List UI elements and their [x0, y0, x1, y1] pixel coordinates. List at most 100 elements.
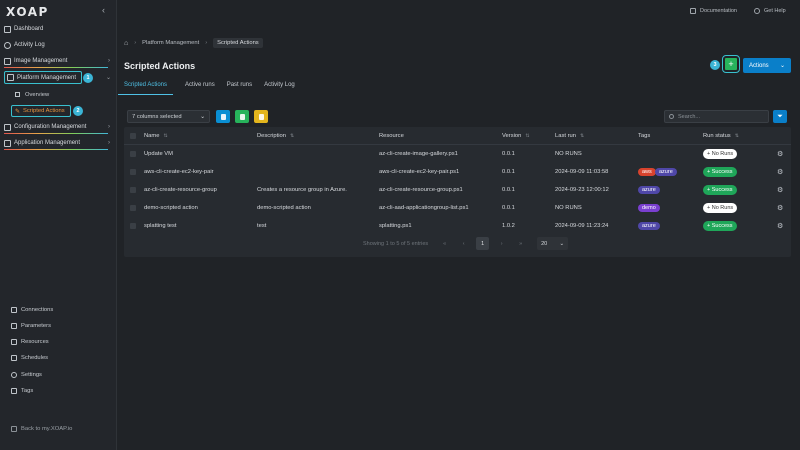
sidebar-item-label: Activity Log: [14, 42, 45, 48]
cell-name[interactable]: az-cli-create-resource-group: [144, 187, 217, 193]
sidebar-item-connections[interactable]: Connections: [11, 305, 53, 315]
sidebar-item-settings[interactable]: Settings: [11, 370, 42, 380]
export-excel-button[interactable]: [235, 110, 249, 123]
column-header-label: Version: [502, 133, 522, 139]
sidebar-item-parameters[interactable]: Parameters: [11, 321, 51, 331]
cell-name[interactable]: splatting test: [144, 223, 177, 229]
tab-activity-log[interactable]: Activity Log: [264, 82, 295, 95]
table-row[interactable]: demo-scripted action demo-scripted actio…: [124, 199, 791, 217]
sidebar-item-tags[interactable]: Tags: [11, 386, 33, 396]
column-header-label: Resource: [379, 133, 404, 139]
actions-dropdown-button[interactable]: Actions ⌄: [743, 58, 791, 73]
page-size-select[interactable]: 20 ⌄: [537, 237, 569, 250]
section-divider: [4, 67, 108, 68]
gear-icon: [11, 372, 17, 378]
column-header-name[interactable]: Name ⇅: [144, 133, 168, 139]
sort-icon: ⇅: [579, 133, 585, 139]
breadcrumb-platform-management[interactable]: Platform Management: [142, 40, 199, 46]
column-header-description[interactable]: Description ⇅: [257, 133, 294, 139]
cell-description: test: [257, 223, 267, 229]
first-page-button[interactable]: «: [438, 237, 451, 250]
cell-last-run: NO RUNS: [555, 151, 582, 157]
table-row[interactable]: splatting test test splatting.ps1 1.0.2 …: [124, 217, 791, 235]
xoap-logo[interactable]: XOAP: [6, 5, 49, 19]
tab-past-runs[interactable]: Past runs: [227, 82, 252, 95]
row-checkbox[interactable]: [130, 151, 136, 157]
search-input[interactable]: Search...: [664, 110, 769, 123]
table-row[interactable]: aws-cli-create-ec2-key-pair aws-cli-crea…: [124, 163, 791, 181]
sidebar-item-resources[interactable]: Resources: [11, 337, 49, 347]
chevron-left-icon[interactable]: ‹: [102, 5, 105, 15]
sidebar-item-schedules[interactable]: Schedules: [11, 353, 48, 363]
table-header: Name ⇅ Description ⇅ Resource Version ⇅ Las…: [124, 127, 791, 145]
back-to-xoap-link[interactable]: Back to my.XOAP.io: [11, 424, 72, 434]
actions-label: Actions: [749, 62, 769, 69]
row-checkbox[interactable]: [130, 169, 136, 175]
search-placeholder: Search...: [678, 113, 701, 120]
table-row[interactable]: Update VM az-cli-create-image-gallery.ps…: [124, 145, 791, 163]
column-header-run-status[interactable]: Run status ⇅: [703, 133, 739, 139]
sidebar-item-activity-log[interactable]: Activity Log: [4, 39, 112, 51]
filter-button[interactable]: ⏷: [773, 110, 787, 123]
cell-name[interactable]: aws-cli-create-ec2-key-pair: [144, 169, 214, 175]
step-badge-3: 3: [710, 60, 720, 70]
sidebar-sub-scripted-actions[interactable]: ✎ Scripted Actions: [11, 105, 71, 117]
row-checkbox[interactable]: [130, 187, 136, 193]
sidebar-item-application-management[interactable]: Application Management ›: [4, 137, 112, 149]
last-page-button[interactable]: »: [514, 237, 527, 250]
back-link-label: Back to my.XOAP.io: [21, 426, 73, 432]
sidebar-item-label: Image Management: [14, 58, 68, 64]
column-header-last-run[interactable]: Last run ⇅: [555, 133, 584, 139]
page-size-value: 20: [541, 240, 548, 247]
sidebar-item-label: Connections: [21, 307, 54, 313]
column-header-label: Description: [257, 133, 286, 139]
gear-icon[interactable]: ⚙: [777, 150, 783, 158]
export-pdf-button[interactable]: [254, 110, 268, 123]
documentation-link[interactable]: Documentation: [690, 8, 737, 14]
sidebar-item-label: Settings: [21, 372, 42, 378]
sidebar-item-label: Resources: [21, 339, 49, 345]
row-checkbox[interactable]: [130, 223, 136, 229]
export-csv-button[interactable]: [216, 110, 230, 123]
chevron-down-icon: ⌄: [200, 113, 205, 120]
prev-page-button[interactable]: ‹: [457, 237, 470, 250]
home-icon[interactable]: ⌂: [124, 40, 128, 47]
clock-icon: [4, 41, 11, 49]
sidebar: XOAP ‹ Dashboard Activity Log Image Mana…: [0, 0, 117, 450]
table-row[interactable]: az-cli-create-resource-group Creates a r…: [124, 181, 791, 199]
gear-icon[interactable]: ⚙: [777, 186, 783, 194]
select-all-checkbox[interactable]: [130, 133, 136, 139]
column-header-resource[interactable]: Resource: [379, 133, 404, 139]
step-badge-2: 2: [73, 106, 83, 116]
cell-version: 0.0.1: [502, 205, 515, 211]
sidebar-sub-overview[interactable]: Overview: [15, 89, 49, 100]
columns-select[interactable]: 7 columns selected ⌄: [127, 110, 210, 123]
column-header-version[interactable]: Version ⇅: [502, 133, 530, 139]
chevron-down-icon: ⌄: [779, 63, 785, 69]
sidebar-item-configuration-management[interactable]: Configuration Management ›: [4, 121, 112, 133]
add-scripted-action-button[interactable]: +: [722, 55, 740, 73]
column-header-tags: Tags: [638, 133, 650, 139]
get-help-link[interactable]: Get Help: [754, 8, 786, 14]
next-page-button[interactable]: ›: [495, 237, 508, 250]
sidebar-item-dashboard[interactable]: Dashboard: [4, 23, 112, 35]
sidebar-item-label: Application Management: [14, 140, 81, 146]
gear-icon[interactable]: ⚙: [777, 204, 783, 212]
sidebar-item-image-management[interactable]: Image Management ›: [4, 55, 112, 67]
tab-scripted-actions[interactable]: Scripted Actions: [118, 82, 174, 95]
sort-icon: ⇅: [290, 133, 295, 139]
overview-icon: [15, 92, 20, 97]
pagination: Showing 1 to 5 of 5 entries « ‹ 1 › » 20…: [363, 237, 569, 250]
gear-icon[interactable]: ⚙: [777, 168, 783, 176]
calendar-icon: [11, 355, 17, 361]
file-icon: [220, 113, 226, 120]
sidebar-item-platform-management[interactable]: Platform Management: [4, 71, 82, 84]
cell-name[interactable]: Update VM: [144, 151, 173, 157]
cell-name[interactable]: demo-scripted action: [144, 205, 198, 211]
sort-icon: ⇅: [734, 133, 739, 139]
page-button-current[interactable]: 1: [476, 237, 490, 250]
gear-icon[interactable]: ⚙: [777, 222, 783, 230]
cell-version: 1.0.2: [502, 223, 515, 229]
row-checkbox[interactable]: [130, 205, 136, 211]
tab-active-runs[interactable]: Active runs: [185, 82, 215, 95]
